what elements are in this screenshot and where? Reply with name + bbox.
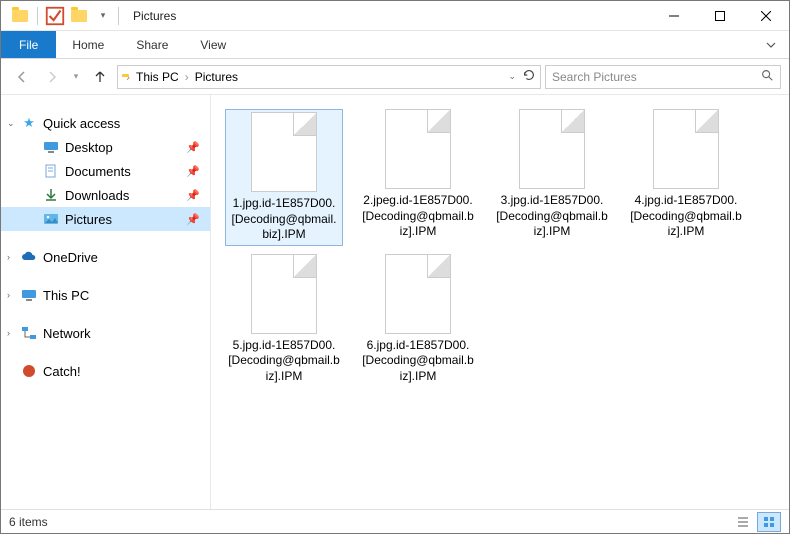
pc-icon xyxy=(21,287,37,303)
breadcrumb-this-pc[interactable]: This PC xyxy=(134,70,181,84)
tree-onedrive[interactable]: › OneDrive xyxy=(1,245,210,269)
separator xyxy=(118,7,119,25)
ribbon-tabs: File Home Share View xyxy=(1,31,789,59)
tree-catch[interactable]: Catch! xyxy=(1,359,210,383)
documents-icon xyxy=(43,163,59,179)
search-placeholder: Search Pictures xyxy=(552,70,637,84)
tab-view[interactable]: View xyxy=(184,31,242,58)
tree-item-pictures[interactable]: Pictures 📌 xyxy=(1,207,210,231)
back-button[interactable] xyxy=(9,64,35,90)
desktop-icon xyxy=(43,139,59,155)
pin-icon: 📌 xyxy=(186,189,200,202)
file-item[interactable]: 5.jpg.id-1E857D00.[Decoding@qbmail.biz].… xyxy=(225,254,343,385)
up-button[interactable] xyxy=(87,64,113,90)
pin-icon: 📌 xyxy=(186,165,200,178)
star-icon: ★ xyxy=(21,115,37,131)
main-area: ⌄ ★ Quick access Desktop 📌 Documents 📌 D… xyxy=(1,95,789,511)
tree-network[interactable]: › Network xyxy=(1,321,210,345)
pin-icon: 📌 xyxy=(186,213,200,226)
tree-label: Documents xyxy=(65,164,131,179)
item-count: 6 items xyxy=(9,515,48,529)
cloud-icon xyxy=(21,249,37,265)
recent-locations-button[interactable]: ▾ xyxy=(69,64,83,90)
file-item[interactable]: 1.jpg.id-1E857D00.[Decoding@qbmail.biz].… xyxy=(225,109,343,246)
tree-item-documents[interactable]: Documents 📌 xyxy=(1,159,210,183)
qat-dropdown-icon[interactable]: ▾ xyxy=(92,5,114,27)
file-item[interactable]: 4.jpg.id-1E857D00.[Decoding@qbmail.biz].… xyxy=(627,109,745,246)
folder-icon xyxy=(9,5,31,27)
titlebar: ▾ Pictures xyxy=(1,1,789,31)
new-folder-icon[interactable] xyxy=(68,5,90,27)
tree-item-desktop[interactable]: Desktop 📌 xyxy=(1,135,210,159)
file-icon xyxy=(251,112,317,192)
tab-share[interactable]: Share xyxy=(120,31,184,58)
expand-ribbon-button[interactable] xyxy=(753,31,789,58)
forward-button[interactable] xyxy=(39,64,65,90)
pin-icon: 📌 xyxy=(186,141,200,154)
file-name: 4.jpg.id-1E857D00.[Decoding@qbmail.biz].… xyxy=(627,193,745,240)
breadcrumb-pictures[interactable]: Pictures xyxy=(193,70,240,84)
separator xyxy=(37,7,38,25)
file-name: 6.jpg.id-1E857D00.[Decoding@qbmail.biz].… xyxy=(359,338,477,385)
file-icon xyxy=(385,109,451,189)
file-item[interactable]: 2.jpeg.id-1E857D00.[Decoding@qbmail.biz]… xyxy=(359,109,477,246)
view-details-button[interactable] xyxy=(731,512,755,532)
navigation-tree[interactable]: ⌄ ★ Quick access Desktop 📌 Documents 📌 D… xyxy=(1,95,211,511)
tree-label: Network xyxy=(43,326,91,341)
file-grid[interactable]: 1.jpg.id-1E857D00.[Decoding@qbmail.biz].… xyxy=(211,95,789,511)
tree-label: Desktop xyxy=(65,140,113,155)
tree-quick-access[interactable]: ⌄ ★ Quick access xyxy=(1,111,210,135)
downloads-icon xyxy=(43,187,59,203)
tree-label: Catch! xyxy=(43,364,81,379)
file-name: 1.jpg.id-1E857D00.[Decoding@qbmail.biz].… xyxy=(228,196,340,243)
tree-label: Pictures xyxy=(65,212,112,227)
minimize-button[interactable] xyxy=(651,1,697,31)
chevron-down-icon[interactable]: ⌄ xyxy=(7,118,15,129)
file-icon xyxy=(519,109,585,189)
file-tab[interactable]: File xyxy=(1,31,56,58)
address-bar[interactable]: › This PC › Pictures ⌄ xyxy=(117,65,541,89)
file-item[interactable]: 6.jpg.id-1E857D00.[Decoding@qbmail.biz].… xyxy=(359,254,477,385)
file-name: 2.jpeg.id-1E857D00.[Decoding@qbmail.biz]… xyxy=(359,193,477,240)
network-icon xyxy=(21,325,37,341)
window-title: Pictures xyxy=(133,9,176,23)
tree-label: This PC xyxy=(43,288,89,303)
file-item[interactable]: 3.jpg.id-1E857D00.[Decoding@qbmail.biz].… xyxy=(493,109,611,246)
quick-access-toolbar: ▾ xyxy=(9,5,114,27)
chevron-right-icon[interactable]: › xyxy=(183,70,191,84)
chevron-right-icon[interactable]: › xyxy=(7,252,10,262)
address-dropdown-icon[interactable]: ⌄ xyxy=(508,71,516,82)
search-input[interactable]: Search Pictures xyxy=(545,65,781,89)
status-bar: 6 items xyxy=(1,509,789,533)
tree-this-pc[interactable]: › This PC xyxy=(1,283,210,307)
refresh-button[interactable] xyxy=(522,68,536,85)
file-icon xyxy=(251,254,317,334)
close-button[interactable] xyxy=(743,1,789,31)
file-name: 5.jpg.id-1E857D00.[Decoding@qbmail.biz].… xyxy=(225,338,343,385)
file-icon xyxy=(385,254,451,334)
view-icons-button[interactable] xyxy=(757,512,781,532)
tree-label: Downloads xyxy=(65,188,129,203)
tab-home[interactable]: Home xyxy=(56,31,120,58)
maximize-button[interactable] xyxy=(697,1,743,31)
properties-icon[interactable] xyxy=(44,5,66,27)
file-name: 3.jpg.id-1E857D00.[Decoding@qbmail.biz].… xyxy=(493,193,611,240)
search-icon xyxy=(760,68,774,85)
pictures-icon xyxy=(43,211,59,227)
file-icon xyxy=(653,109,719,189)
catch-icon xyxy=(21,363,37,379)
chevron-right-icon[interactable]: › xyxy=(7,290,10,300)
navigation-row: ▾ › This PC › Pictures ⌄ Search Pictures xyxy=(1,59,789,95)
chevron-right-icon[interactable]: › xyxy=(7,328,10,338)
tree-label: OneDrive xyxy=(43,250,98,265)
tree-label: Quick access xyxy=(43,116,120,131)
tree-item-downloads[interactable]: Downloads 📌 xyxy=(1,183,210,207)
chevron-right-icon[interactable]: › xyxy=(124,70,132,84)
